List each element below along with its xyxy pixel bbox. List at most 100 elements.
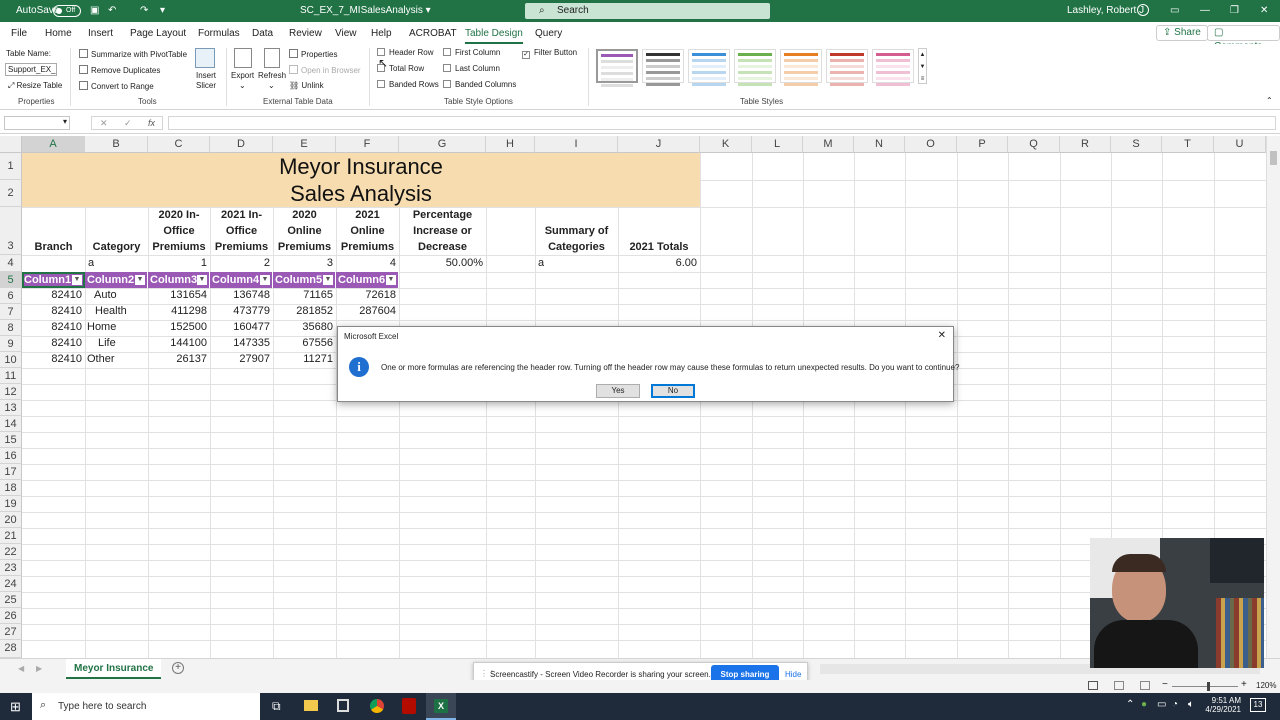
tab-review[interactable]: Review	[289, 28, 322, 39]
network-icon[interactable]: ◔	[1172, 699, 1178, 710]
column-header-i[interactable]: I	[535, 136, 618, 153]
filter-dropdown-icon[interactable]: ▼	[72, 275, 82, 285]
row-header[interactable]: 6	[0, 288, 22, 304]
header-category[interactable]: Category	[85, 239, 148, 255]
excel-taskbar-button[interactable]: X	[426, 693, 456, 720]
row-header[interactable]: 27	[0, 624, 22, 640]
filter-dropdown-icon[interactable]: ▼	[260, 275, 270, 285]
banded-rows-checkbox[interactable]: Banded Rows	[377, 80, 439, 89]
refresh-button[interactable]: Refresh	[258, 71, 286, 80]
tab-help[interactable]: Help	[371, 28, 392, 39]
column-header-s[interactable]: S	[1111, 136, 1162, 153]
enter-icon[interactable]: ✓	[124, 118, 132, 129]
filter-dropdown-icon[interactable]: ▼	[135, 275, 145, 285]
search-box[interactable]: ⌕ Search	[525, 3, 770, 19]
row-header[interactable]: 23	[0, 560, 22, 576]
cell-value[interactable]: 11271	[273, 353, 336, 365]
no-button[interactable]: No	[651, 384, 695, 398]
tab-view[interactable]: View	[335, 28, 357, 39]
cell-value[interactable]: 35680	[273, 321, 336, 333]
row-header[interactable]: 20	[0, 512, 22, 528]
yes-button[interactable]: Yes	[596, 384, 640, 398]
ribbon-display-icon[interactable]: ▭	[1170, 5, 1179, 16]
column-header-n[interactable]: N	[854, 136, 905, 153]
tab-home[interactable]: Home	[45, 28, 72, 39]
row-header[interactable]: 13	[0, 400, 22, 416]
column-header-u[interactable]: U	[1214, 136, 1266, 153]
minimize-icon[interactable]: —	[1200, 5, 1210, 16]
row-header[interactable]: 4	[0, 255, 22, 272]
cell-value[interactable]: 67556	[273, 337, 336, 349]
cell-category[interactable]: Health	[95, 305, 127, 317]
slicer-icon[interactable]	[195, 48, 215, 68]
table-header-cell[interactable]: Column6 ▼	[336, 272, 399, 288]
name-box[interactable]: ▾	[4, 116, 70, 130]
header-2021-online[interactable]: 2021 Online Premiums	[336, 207, 399, 255]
screencastify-tray-icon[interactable]: ●	[1141, 699, 1147, 710]
header-branch[interactable]: Branch	[22, 239, 85, 255]
cancel-icon[interactable]: ✕	[100, 118, 108, 129]
file-explorer-icon[interactable]	[304, 700, 318, 711]
table-header-cell[interactable]: Column2 ▼	[85, 272, 148, 288]
banded-columns-checkbox[interactable]: Banded Columns	[443, 80, 516, 89]
cell-j4[interactable]: 6.00	[618, 257, 700, 269]
row-header[interactable]: 18	[0, 480, 22, 496]
row-header[interactable]: 3	[0, 207, 22, 255]
cell-value[interactable]: 281852	[273, 305, 336, 317]
convert-to-range-button[interactable]: Convert to Range	[79, 81, 154, 91]
gallery-scroll[interactable]: ▲ ▼ ≡	[918, 48, 927, 84]
column-header-j[interactable]: J	[618, 136, 700, 153]
row-header[interactable]: 28	[0, 640, 22, 658]
cell-f4[interactable]: 4	[336, 257, 399, 269]
row-header[interactable]: 15	[0, 432, 22, 448]
cell-category[interactable]: Life	[98, 337, 116, 349]
export-icon[interactable]	[234, 48, 252, 68]
row-header[interactable]: 19	[0, 496, 22, 512]
table-style-swatch[interactable]	[642, 49, 684, 86]
insert-function-icon[interactable]: fx	[148, 118, 155, 128]
restore-icon[interactable]: ❐	[1230, 5, 1239, 16]
page-break-view-icon[interactable]	[1140, 681, 1150, 690]
cell-value[interactable]: 287604	[336, 305, 399, 317]
row-header[interactable]: 1	[0, 153, 22, 180]
volume-icon[interactable]: 🔈︎	[1188, 699, 1194, 710]
chevron-down-icon[interactable]: ▾	[63, 117, 67, 126]
cell-value[interactable]: 473779	[210, 305, 273, 317]
autosave-toggle[interactable]: Off	[53, 5, 81, 17]
table-header-cell[interactable]: Column1 ▼	[22, 272, 85, 288]
table-style-swatch[interactable]	[596, 49, 638, 87]
column-header-q[interactable]: Q	[1008, 136, 1060, 153]
tab-table-design[interactable]: Table Design	[465, 28, 523, 44]
last-column-checkbox[interactable]: Last Column	[443, 64, 500, 73]
cell-d4[interactable]: 2	[210, 257, 273, 269]
row-header[interactable]: 24	[0, 576, 22, 592]
column-header-m[interactable]: M	[803, 136, 854, 153]
customize-qat-icon[interactable]: ▾	[160, 5, 165, 16]
cell-value[interactable]: 131654	[148, 289, 210, 301]
taskbar-search[interactable]: ⌕ Type here to search	[32, 693, 260, 720]
row-header[interactable]: 17	[0, 464, 22, 480]
filter-dropdown-icon[interactable]: ▼	[197, 275, 207, 285]
column-header-t[interactable]: T	[1162, 136, 1214, 153]
column-header-b[interactable]: B	[85, 136, 148, 153]
cell-e4[interactable]: 3	[273, 257, 336, 269]
column-header-c[interactable]: C	[148, 136, 210, 153]
tab-insert[interactable]: Insert	[88, 28, 113, 39]
table-style-swatch[interactable]	[872, 49, 914, 86]
column-header-d[interactable]: D	[210, 136, 273, 153]
tab-formulas[interactable]: Formulas	[198, 28, 240, 39]
cell-g4[interactable]: 50.00%	[399, 257, 486, 269]
column-header-a[interactable]: A	[22, 136, 85, 153]
row-header[interactable]: 5	[0, 272, 22, 288]
normal-view-icon[interactable]	[1088, 681, 1098, 690]
chrome-icon[interactable]	[370, 699, 384, 713]
store-icon[interactable]	[337, 699, 349, 712]
show-hidden-icons[interactable]: ⌃	[1126, 699, 1134, 710]
cell-c4[interactable]: 1	[148, 257, 210, 269]
cell-value[interactable]: 152500	[148, 321, 210, 333]
header-2020-inoffice[interactable]: 2020 In- Office Premiums	[148, 207, 210, 255]
zoom-slider[interactable]	[1172, 682, 1238, 691]
zoom-slider-thumb[interactable]	[1207, 682, 1210, 691]
refresh-icon[interactable]	[264, 48, 280, 68]
header-2020-online[interactable]: 2020 Online Premiums	[273, 207, 336, 255]
